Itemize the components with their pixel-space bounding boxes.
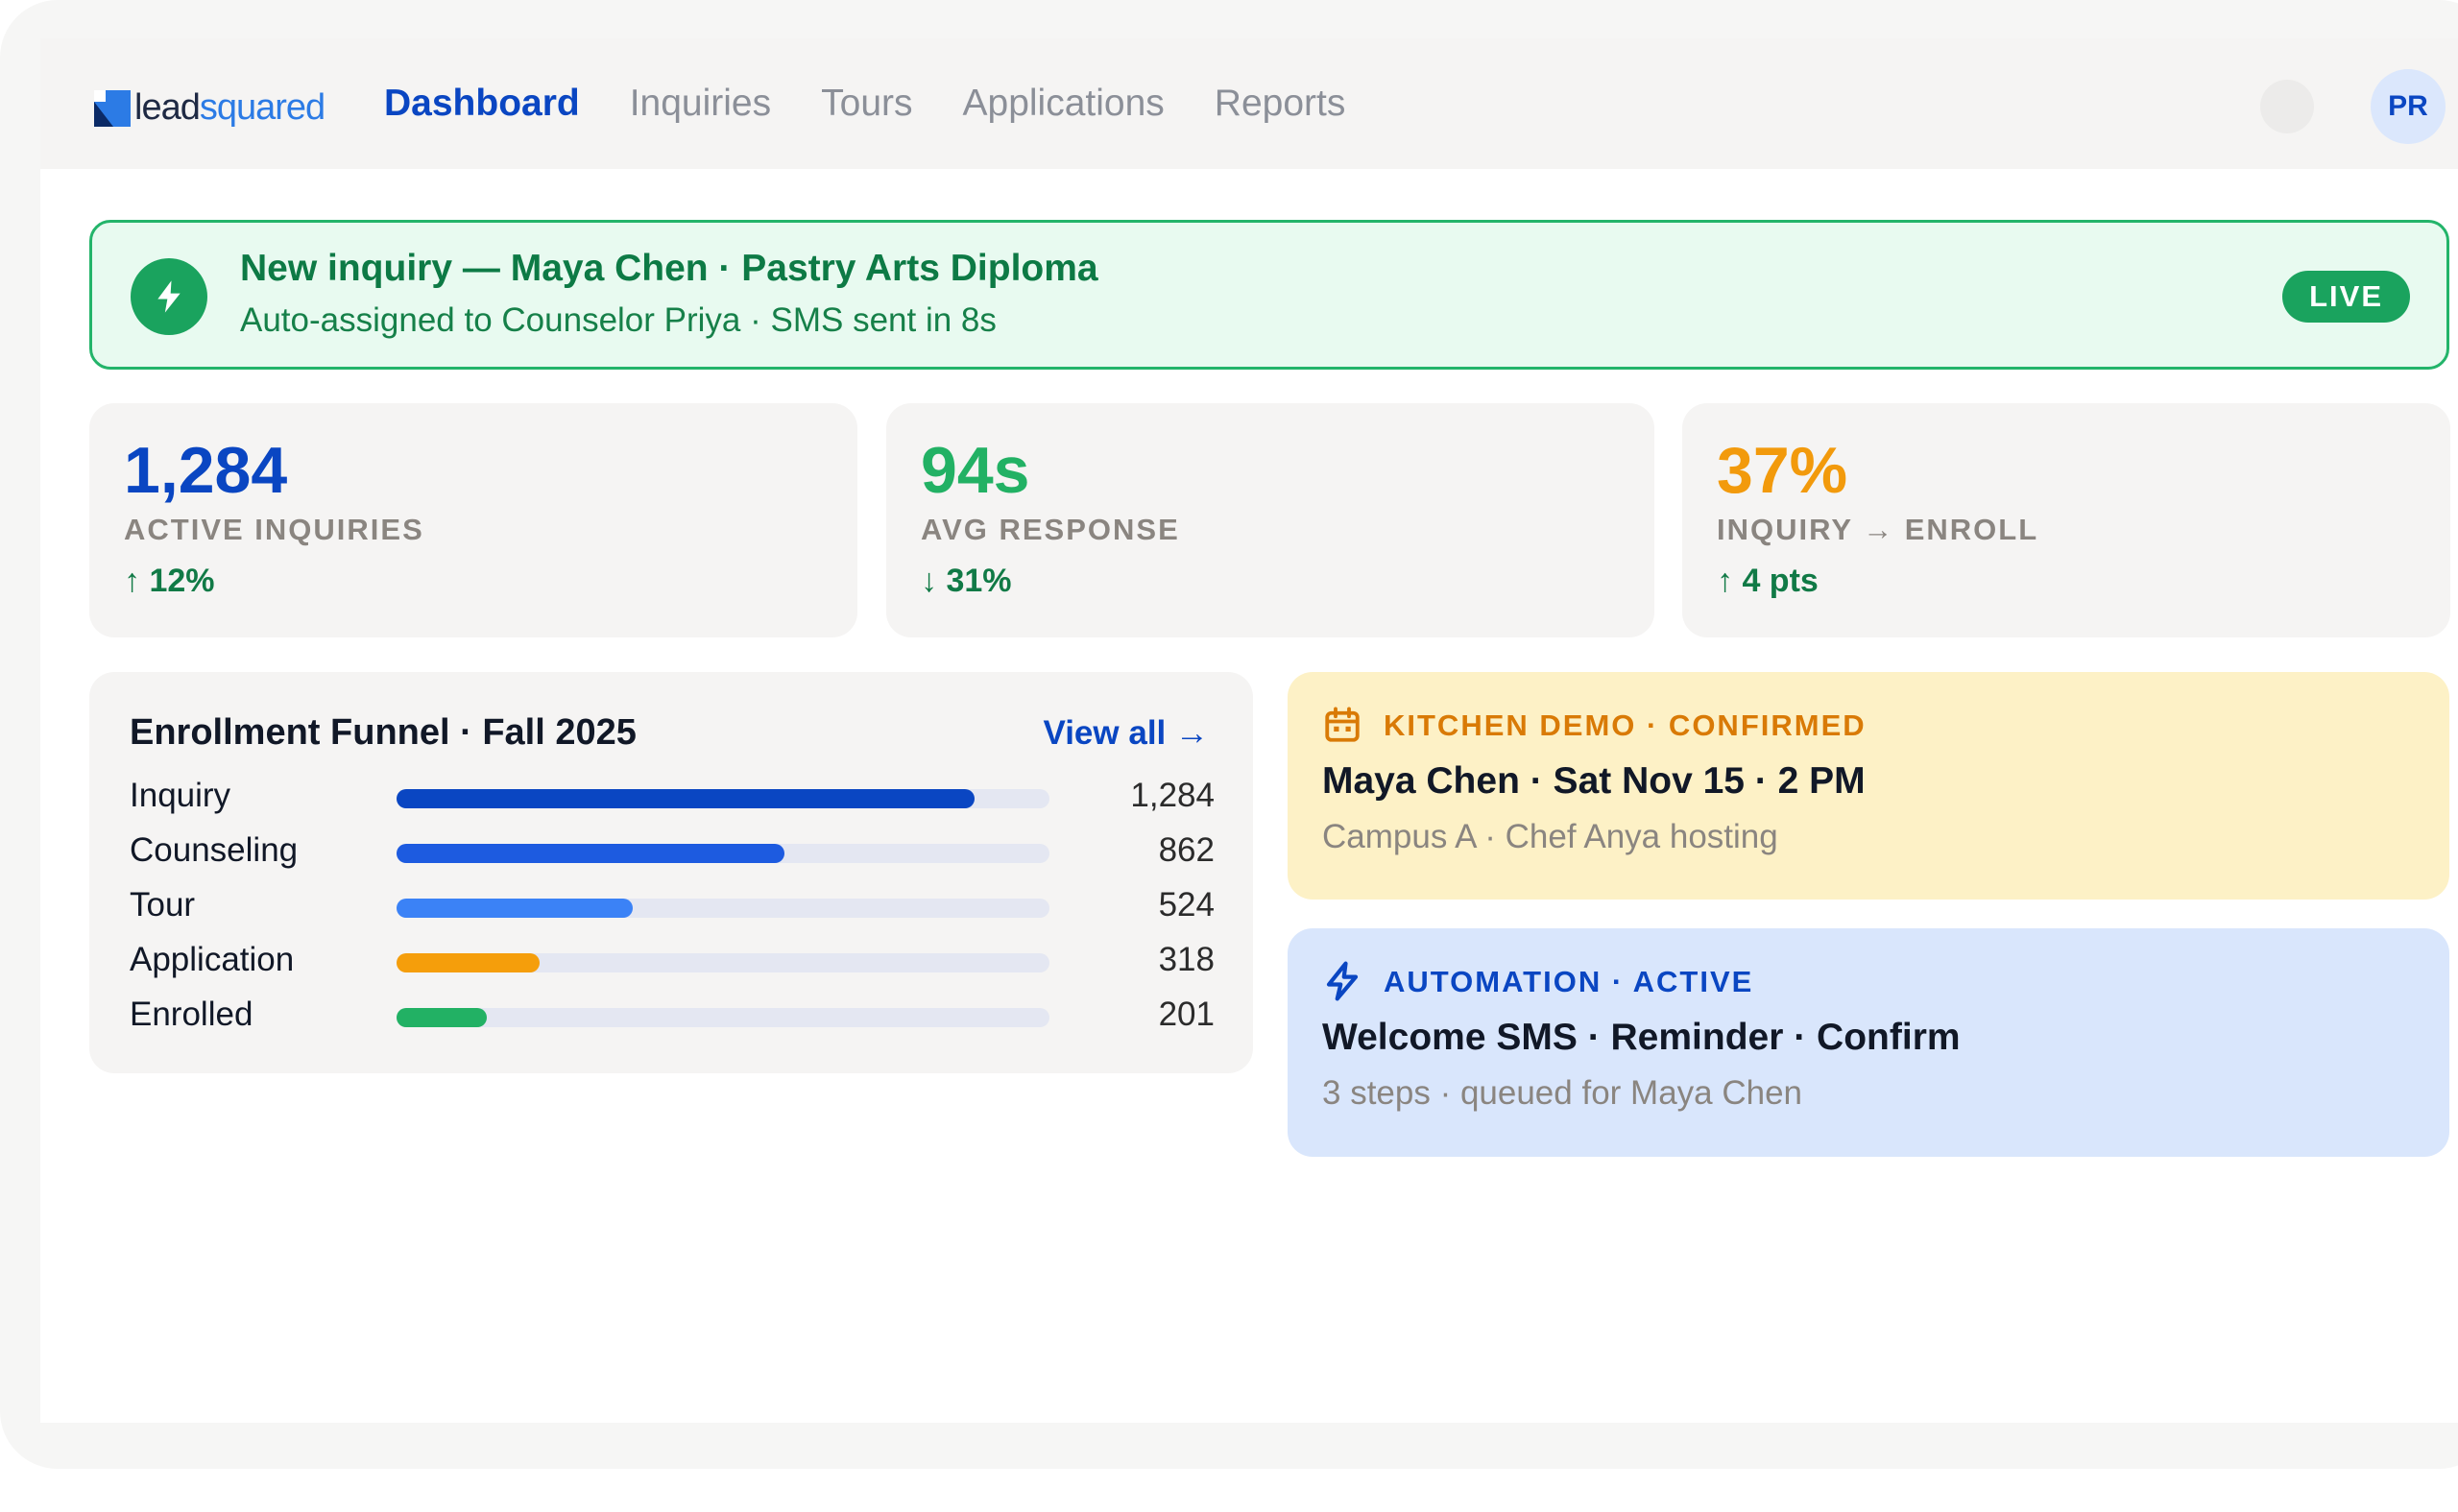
leadsquared-logo[interactable]: leadsquared [94,83,325,127]
funnel-stage-count: 318 [1158,941,1215,978]
funnel-bar-fill [397,844,784,863]
stat-delta: ↑ 12% [124,563,215,599]
funnel-bar-fill [397,1008,488,1027]
stat-card-active-inquiries[interactable]: 1,284 ACTIVE INQUIRIES ↑ 12% [89,403,857,637]
user-avatar[interactable]: PR [2371,69,2446,144]
card-subtitle: Campus A · Chef Anya hosting [1322,818,1778,855]
live-badge: LIVE [2282,271,2410,323]
funnel-stage-label: Enrolled [130,996,253,1033]
enrollment-funnel-card: Enrollment Funnel · Fall 2025 View all →… [89,672,1253,1073]
notifications-button[interactable] [2260,80,2314,133]
device-frame: leadsquared Dashboard Inquiries Tours Ap… [0,0,2458,1469]
funnel-row-enrolled: Enrolled 201 [130,992,1215,1036]
funnel-stage-count: 862 [1158,831,1215,869]
funnel-bar-fill [397,953,541,972]
stat-value: 94s [921,434,1030,507]
lightning-icon [1322,961,1362,1001]
funnel-stage-label: Tour [130,886,196,924]
stat-label: AVG RESPONSE [921,513,1180,546]
card-tag: KITCHEN DEMO · CONFIRMED [1384,708,1867,742]
card-title: Maya Chen · Sat Nov 15 · 2 PM [1322,760,1866,802]
app-screen: leadsquared Dashboard Inquiries Tours Ap… [40,38,2458,1423]
lightning-icon [131,258,207,335]
funnel-row-application: Application 318 [130,937,1215,981]
logo-wordmark: leadsquared [134,87,325,128]
nav-applications[interactable]: Applications [963,83,1165,125]
alert-subtitle: Auto-assigned to Counselor Priya · SMS s… [240,301,997,339]
card-tag: AUTOMATION · ACTIVE [1384,965,1754,998]
funnel-row-tour: Tour 524 [130,882,1215,926]
funnel-bar-track [397,789,1049,808]
funnel-stage-label: Counseling [130,831,299,869]
funnel-row-counseling: Counseling 862 [130,828,1215,872]
stat-label: ACTIVE INQUIRIES [124,513,424,546]
funnel-stage-label: Application [130,941,295,978]
funnel-bar-track [397,899,1049,918]
nav-inquiries[interactable]: Inquiries [630,83,771,125]
card-title: Welcome SMS · Reminder · Confirm [1322,1017,1961,1058]
funnel-bar-track [397,953,1049,972]
funnel-bar-fill [397,899,633,918]
stat-delta: ↓ 31% [921,563,1012,599]
stat-card-avg-response[interactable]: 94s AVG RESPONSE ↓ 31% [886,403,1654,637]
nav-dashboard[interactable]: Dashboard [384,83,580,125]
stat-card-inquiry-to-enroll[interactable]: 37% INQUIRY → ENROLL ↑ 4 pts [1682,403,2450,637]
stat-value: 1,284 [124,434,288,507]
alert-title: New inquiry — Maya Chen · Pastry Arts Di… [240,248,1098,289]
stat-label: INQUIRY → ENROLL [1717,513,2039,546]
kitchen-demo-card[interactable]: KITCHEN DEMO · CONFIRMED Maya Chen · Sat… [1288,672,2449,900]
funnel-stage-count: 524 [1158,886,1215,924]
funnel-stage-label: Inquiry [130,777,231,814]
funnel-row-inquiry: Inquiry 1,284 [130,773,1215,817]
funnel-stage-count: 1,284 [1130,777,1215,814]
logo-mark-icon [94,90,131,127]
new-inquiry-alert[interactable]: New inquiry — Maya Chen · Pastry Arts Di… [89,220,2449,370]
nav-reports[interactable]: Reports [1215,83,1346,125]
stat-delta: ↑ 4 pts [1717,563,1819,599]
funnel-bar-track [397,1008,1049,1027]
calendar-icon [1322,705,1362,745]
funnel-bar-fill [397,789,975,808]
main-nav: Dashboard Inquiries Tours Applications R… [384,38,1395,169]
stat-value: 37% [1717,434,1848,507]
view-all-link[interactable]: View all → [1044,714,1210,753]
card-subtitle: 3 steps · queued for Maya Chen [1322,1074,1803,1112]
funnel-bar-track [397,844,1049,863]
funnel-stage-count: 201 [1158,996,1215,1033]
funnel-title: Enrollment Funnel · Fall 2025 [130,712,637,753]
automation-card[interactable]: AUTOMATION · ACTIVE Welcome SMS · Remind… [1288,928,2449,1157]
top-navigation-bar: leadsquared Dashboard Inquiries Tours Ap… [40,38,2458,169]
nav-tours[interactable]: Tours [821,83,912,125]
